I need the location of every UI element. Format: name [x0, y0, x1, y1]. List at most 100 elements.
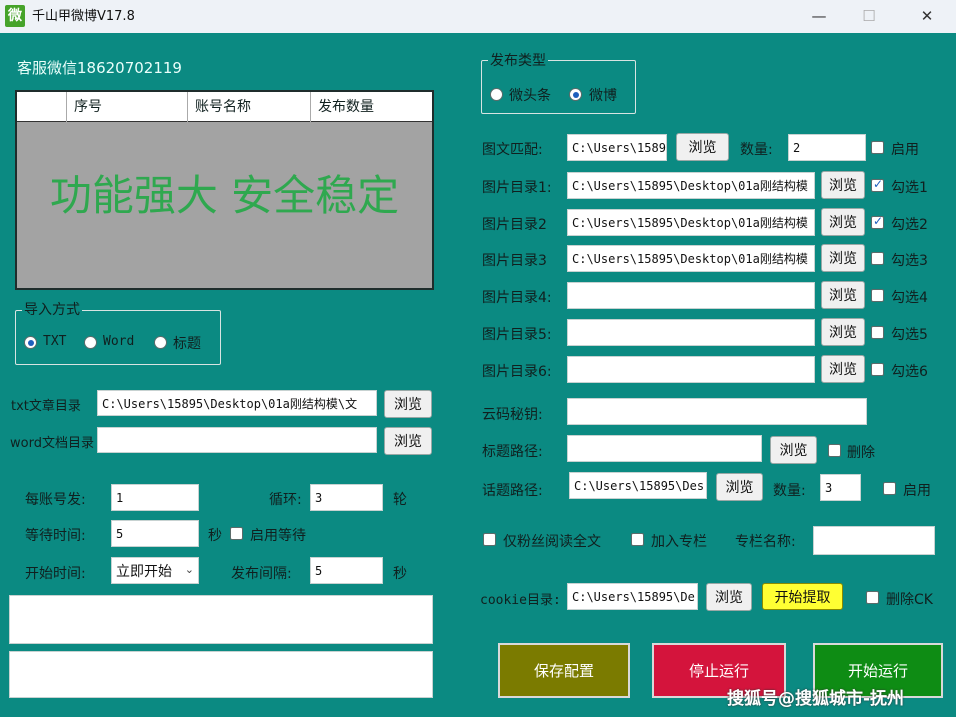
txt-dir-input[interactable]: C:\Users\15895\Desktop\01a刚结构模\文: [97, 390, 377, 416]
image-dir-1-browse-button[interactable]: 浏览: [821, 171, 865, 199]
table-header-cell: 发布数量: [318, 99, 374, 115]
start-time-value: 立即开始: [116, 563, 172, 580]
title-bar: 微 千山甲微博V17.8 — ☐ ✕: [0, 0, 956, 33]
word-dir-input[interactable]: [97, 427, 377, 453]
image-dir-6-checkbox[interactable]: [871, 363, 884, 376]
radio-weitoutiao-label: 微头条: [509, 88, 551, 104]
image-match-input[interactable]: C:\Users\1589: [567, 134, 667, 161]
image-dir-3-check-label: 勾选3: [891, 253, 928, 269]
account-table[interactable]: 序号 账号名称 发布数量 功能强大 安全稳定: [15, 90, 434, 290]
start-time-label: 开始时间:: [25, 566, 86, 582]
image-dir-3-browse-button[interactable]: 浏览: [821, 244, 865, 272]
loop-label: 循环:: [269, 492, 302, 508]
image-dir-2-label: 图片目录2: [482, 217, 547, 233]
radio-txt-label: TXT: [43, 334, 67, 349]
radio-weibo[interactable]: [569, 88, 582, 101]
topic-path-browse-button[interactable]: 浏览: [716, 473, 763, 501]
image-dir-4-check-label: 勾选4: [891, 290, 928, 306]
per-account-input[interactable]: 1: [111, 484, 199, 511]
image-dir-4-browse-button[interactable]: 浏览: [821, 281, 865, 309]
word-dir-browse-button[interactable]: 浏览: [384, 427, 432, 455]
log-box-2[interactable]: [9, 651, 433, 698]
image-dir-6-browse-button[interactable]: 浏览: [821, 355, 865, 383]
publish-type-title: 发布类型: [488, 50, 548, 70]
title-path-input[interactable]: [567, 435, 762, 462]
wait-input[interactable]: 5: [111, 520, 199, 547]
topic-path-count-label: 数量:: [773, 483, 806, 499]
maximize-button[interactable]: ☐: [846, 0, 892, 33]
cookie-browse-button[interactable]: 浏览: [706, 583, 752, 611]
image-dir-4-label: 图片目录4:: [482, 290, 552, 306]
radio-txt[interactable]: [24, 336, 37, 349]
image-dir-2-check-label: 勾选2: [891, 217, 928, 233]
image-match-enable-checkbox[interactable]: [871, 141, 884, 154]
image-dir-4-checkbox[interactable]: [871, 289, 884, 302]
interval-input[interactable]: 5: [310, 557, 383, 584]
radio-weibo-label: 微博: [589, 88, 617, 104]
topic-path-enable-label: 启用: [903, 483, 931, 499]
topic-path-label: 话题路径:: [482, 483, 543, 499]
loop-unit: 轮: [393, 492, 407, 508]
add-column-label: 加入专栏: [651, 534, 707, 550]
image-dir-5-check-label: 勾选5: [891, 327, 928, 343]
image-dir-5-label: 图片目录5:: [482, 327, 552, 343]
close-button[interactable]: ✕: [904, 0, 950, 33]
app-icon: 微: [5, 5, 25, 27]
image-dir-1-check-label: 勾选1: [891, 180, 928, 196]
txt-dir-label: txt文章目录: [11, 399, 81, 414]
topic-path-count-input[interactable]: 3: [820, 474, 861, 501]
interval-label: 发布间隔:: [231, 566, 292, 582]
delete-ck-checkbox[interactable]: [866, 591, 879, 604]
image-dir-4-input[interactable]: [567, 282, 815, 309]
service-contact: 客服微信18620702119: [17, 59, 182, 77]
start-time-select[interactable]: 立即开始 ⌄: [111, 557, 199, 584]
source-watermark: 搜狐号@搜狐城市-抚州: [727, 689, 905, 709]
log-box-1[interactable]: [9, 595, 433, 644]
image-dir-2-browse-button[interactable]: 浏览: [821, 208, 865, 236]
add-column-checkbox[interactable]: [631, 533, 644, 546]
title-path-delete-checkbox[interactable]: [828, 444, 841, 457]
cloud-key-input[interactable]: [567, 398, 867, 425]
image-dir-5-input[interactable]: [567, 319, 815, 346]
radio-weitoutiao[interactable]: [490, 88, 503, 101]
topic-path-enable-checkbox[interactable]: [883, 482, 896, 495]
save-config-button[interactable]: 保存配置: [498, 643, 630, 698]
image-dir-5-checkbox[interactable]: [871, 326, 884, 339]
title-path-label: 标题路径:: [482, 444, 543, 460]
image-dir-2-checkbox[interactable]: [871, 214, 884, 229]
cookie-dir-input[interactable]: C:\Users\15895\De: [567, 583, 698, 610]
loop-input[interactable]: 3: [310, 484, 383, 511]
cookie-dir-label: cookie目录:: [480, 593, 561, 608]
image-match-count-input[interactable]: 2: [788, 134, 866, 161]
txt-dir-browse-button[interactable]: 浏览: [384, 390, 432, 418]
import-method-title: 导入方式: [22, 299, 82, 319]
image-dir-1-label: 图片目录1:: [482, 180, 552, 196]
wait-unit: 秒: [208, 528, 222, 544]
image-match-browse-button[interactable]: 浏览: [676, 133, 729, 161]
minimize-button[interactable]: —: [796, 0, 842, 33]
image-match-count-label: 数量:: [740, 142, 773, 158]
image-dir-1-input[interactable]: C:\Users\15895\Desktop\01a刚结构模: [567, 172, 815, 199]
image-match-enable-label: 启用: [891, 142, 919, 158]
image-dir-3-checkbox[interactable]: [871, 252, 884, 265]
radio-word[interactable]: [84, 336, 97, 349]
per-account-label: 每账号发:: [25, 492, 86, 508]
enable-wait-checkbox[interactable]: [230, 527, 243, 540]
image-dir-6-check-label: 勾选6: [891, 364, 928, 380]
title-path-browse-button[interactable]: 浏览: [770, 436, 817, 464]
image-dir-2-input[interactable]: C:\Users\15895\Desktop\01a刚结构模: [567, 209, 815, 236]
fans-only-checkbox[interactable]: [483, 533, 496, 546]
image-dir-3-input[interactable]: C:\Users\15895\Desktop\01a刚结构模: [567, 245, 815, 272]
image-dir-1-checkbox[interactable]: [871, 177, 884, 192]
column-name-input[interactable]: [813, 526, 935, 555]
topic-path-input[interactable]: C:\Users\15895\Des: [569, 472, 707, 499]
chevron-down-icon: ⌄: [184, 563, 194, 576]
interval-unit: 秒: [393, 566, 407, 582]
radio-title-label: 标题: [173, 336, 201, 352]
radio-title[interactable]: [154, 336, 167, 349]
image-dir-6-input[interactable]: [567, 356, 815, 383]
image-dir-5-browse-button[interactable]: 浏览: [821, 318, 865, 346]
image-dir-3-label: 图片目录3: [482, 253, 547, 269]
cloud-key-label: 云码秘钥:: [482, 407, 543, 423]
start-extract-button[interactable]: 开始提取: [762, 583, 843, 610]
